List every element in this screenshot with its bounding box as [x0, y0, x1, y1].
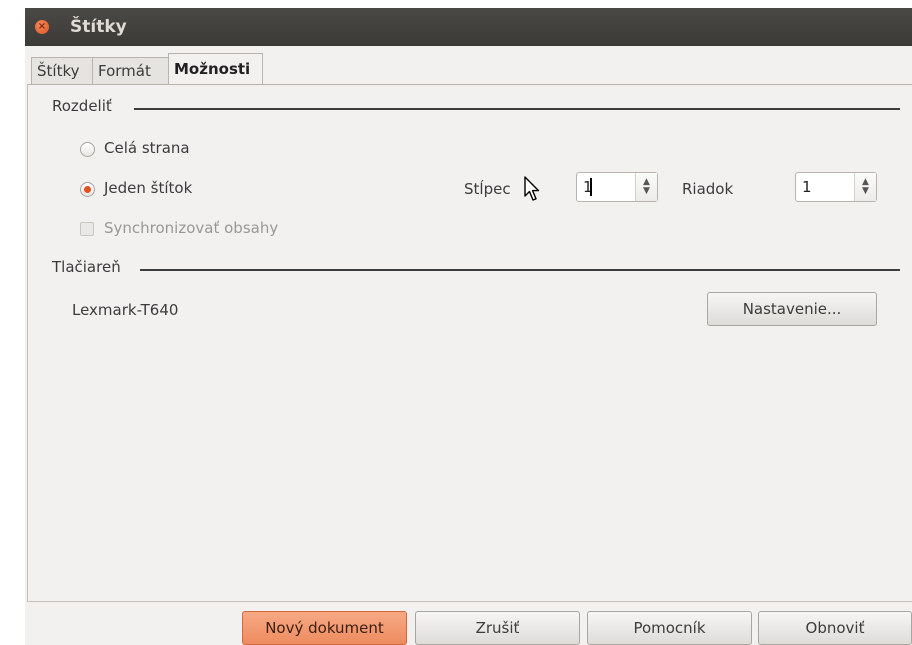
tab-labels[interactable]: Štítky [31, 57, 93, 84]
single-label-label[interactable]: Jeden štítok [104, 179, 192, 197]
labels-dialog: × Štítky Štítky Formát Možnosti Rozdeliť… [25, 8, 912, 645]
single-label-radio[interactable] [80, 182, 95, 197]
title-bar[interactable]: × Štítky [25, 8, 912, 46]
text-caret [590, 178, 592, 196]
split-section-title: Rozdeliť [52, 97, 112, 115]
tab-options[interactable]: Možnosti [168, 53, 263, 85]
help-button[interactable]: Pomocník [587, 611, 752, 645]
row-label: Riadok [682, 180, 734, 198]
tab-format[interactable]: Formát [92, 57, 169, 84]
printer-section-title: Tlačiareň [52, 258, 121, 276]
printer-name: Lexmark-T640 [72, 301, 179, 319]
row-spinbox[interactable]: 1 ▲ ▼ [795, 172, 877, 202]
window-title: Štítky [70, 17, 127, 37]
reset-button[interactable]: Obnoviť [758, 611, 912, 645]
column-label: Stĺpec [464, 180, 511, 198]
sync-contents-label: Synchronizovať obsahy [104, 219, 279, 237]
printer-settings-button[interactable]: Nastavenie... [707, 292, 877, 326]
whole-page-label[interactable]: Celá strana [104, 139, 190, 157]
row-value[interactable]: 1 [802, 178, 812, 196]
column-spin-arrows-icon[interactable]: ▲ ▼ [635, 173, 657, 201]
mouse-pointer-icon [524, 176, 540, 201]
options-panel: Rozdeliť Celá strana Jeden štítok Synchr… [27, 84, 912, 602]
cancel-button[interactable]: Zrušiť [415, 611, 580, 645]
new-document-button[interactable]: Nový dokument [242, 611, 407, 645]
close-icon[interactable]: × [35, 20, 49, 34]
printer-section-divider [140, 269, 900, 271]
split-section-divider [134, 108, 900, 110]
whole-page-radio[interactable] [80, 142, 95, 157]
sync-contents-checkbox[interactable] [80, 222, 94, 236]
column-spinbox[interactable]: 1 ▲ ▼ [576, 172, 658, 202]
row-spin-arrows-icon[interactable]: ▲ ▼ [854, 173, 876, 201]
